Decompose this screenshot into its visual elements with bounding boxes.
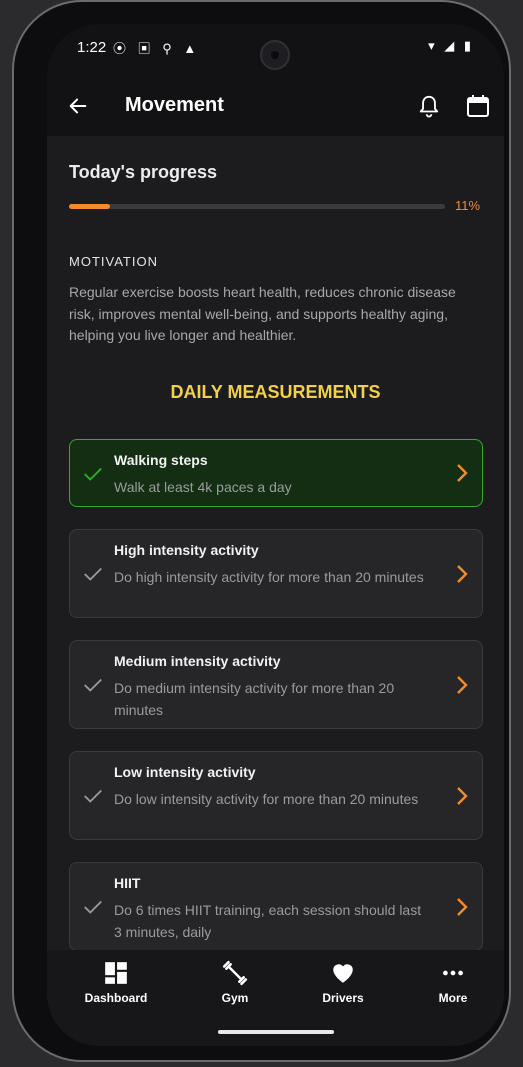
measurement-description: Do high intensity activity for more than… — [114, 569, 424, 585]
camera-cutout — [260, 40, 290, 70]
measurement-title: High intensity activity — [114, 542, 259, 558]
dashboard-icon — [105, 962, 127, 984]
status-system-icons: ▾ ◢ ▮ — [428, 38, 474, 53]
nav-label: Dashboard — [84, 991, 148, 1005]
calendar-icon[interactable] — [466, 94, 490, 118]
measurement-card-walking-steps[interactable]: Walking steps Walk at least 4k paces a d… — [69, 439, 483, 507]
check-icon — [84, 567, 102, 581]
chevron-right-icon — [457, 565, 468, 583]
main-content[interactable]: Today's progress 11% MOTIVATION Regular … — [47, 136, 504, 950]
measurement-card-medium-intensity[interactable]: Medium intensity activity Do medium inte… — [69, 640, 483, 729]
heart-icon — [333, 964, 353, 983]
dumbbell-icon — [222, 960, 248, 986]
daily-measurements-heading: DAILY MEASUREMENTS — [170, 382, 381, 402]
bottom-navigation: Dashboard Gym Drivers More — [47, 950, 504, 1046]
measurement-title: Medium intensity activity — [114, 653, 281, 669]
nav-gym[interactable]: Gym — [195, 960, 275, 1005]
measurement-card-hiit[interactable]: HIIT Do 6 times HIIT training, each sess… — [69, 862, 483, 950]
nav-label: Gym — [221, 991, 249, 1005]
chevron-right-icon — [457, 787, 468, 805]
check-icon — [84, 678, 102, 692]
phone-frame: 1:22 ⦿ ▣ ⚲ ▲ ▾ ◢ ▮ Movement Today's prog… — [12, 0, 511, 1062]
motivation-text: Regular exercise boosts heart health, re… — [69, 284, 456, 343]
bell-icon[interactable] — [418, 94, 440, 118]
measurement-description: Walk at least 4k paces a day — [114, 479, 292, 495]
nav-dashboard[interactable]: Dashboard — [76, 960, 156, 1005]
progress-fill — [69, 204, 111, 209]
nav-drivers[interactable]: Drivers — [303, 960, 383, 1005]
nav-label: Drivers — [322, 991, 364, 1005]
check-icon — [84, 789, 102, 803]
chevron-right-icon — [457, 676, 468, 694]
status-time: 1:22 — [77, 39, 107, 56]
measurement-description: Do 6 times HIIT training, each session s… — [114, 902, 422, 940]
back-arrow-icon[interactable] — [67, 95, 89, 117]
measurement-card-high-intensity[interactable]: High intensity activity Do high intensit… — [69, 529, 483, 618]
more-icon — [443, 970, 463, 976]
chevron-right-icon — [457, 898, 468, 916]
status-bar: 1:22 ⦿ ▣ ⚲ ▲ ▾ ◢ ▮ — [47, 24, 504, 72]
status-notification-icons: ⦿ ▣ ⚲ ▲ — [113, 41, 201, 56]
gesture-handle[interactable] — [218, 1030, 334, 1034]
screen: 1:22 ⦿ ▣ ⚲ ▲ ▾ ◢ ▮ Movement Today's prog… — [47, 24, 504, 1046]
measurement-title: Low intensity activity — [114, 764, 256, 780]
measurement-description: Do medium intensity activity for more th… — [114, 680, 395, 718]
measurement-card-low-intensity[interactable]: Low intensity activity Do low intensity … — [69, 751, 483, 840]
check-icon — [84, 900, 102, 914]
nav-label: More — [438, 991, 468, 1005]
nav-more[interactable]: More — [413, 960, 493, 1005]
page-title: Movement — [125, 94, 224, 116]
app-bar: Movement — [47, 82, 504, 132]
progress-percent: 11% — [455, 198, 481, 213]
chevron-right-icon — [457, 464, 468, 482]
motivation-label: MOTIVATION — [69, 254, 158, 269]
measurement-title: HIIT — [114, 875, 141, 891]
measurement-description: Do low intensity activity for more than … — [114, 791, 419, 807]
progress-bar — [69, 204, 445, 209]
progress-title: Today's progress — [69, 162, 217, 182]
measurement-title: Walking steps — [114, 452, 208, 468]
check-icon — [84, 467, 102, 481]
